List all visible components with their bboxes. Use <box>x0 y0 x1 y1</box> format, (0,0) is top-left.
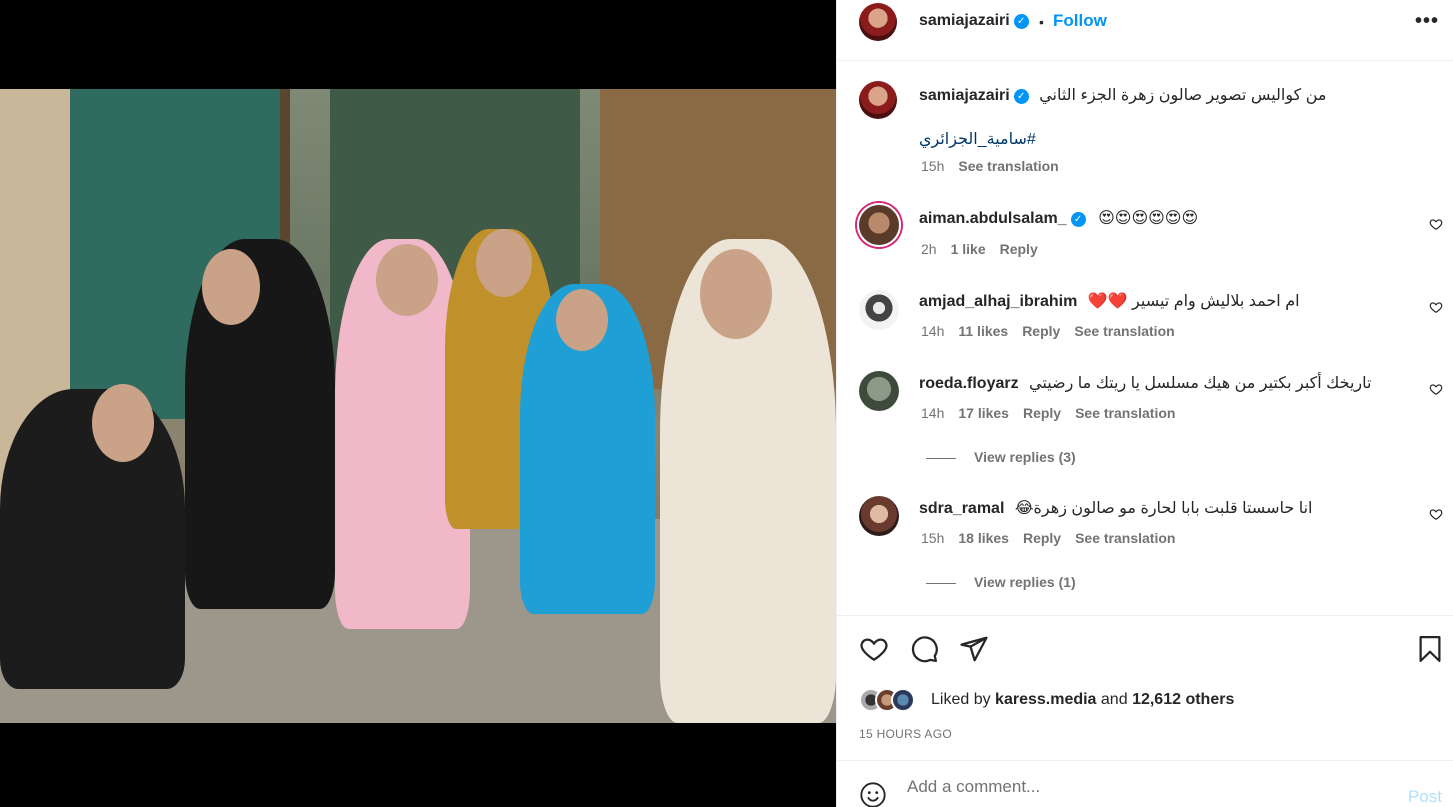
comments-section[interactable]: samiajazairi ✓ من كواليس تصوير صالون زهرة… <box>837 61 1453 615</box>
comment-likes[interactable]: 17 likes <box>958 405 1009 421</box>
caption-text: من كواليس تصوير صالون زهرة الجزء الثاني <box>1039 87 1327 104</box>
see-translation-link[interactable]: See translation <box>958 158 1058 174</box>
post-photo[interactable] <box>0 89 836 723</box>
comment-username[interactable]: aiman.abdulsalam_ <box>919 210 1067 227</box>
photo-head-1 <box>92 384 154 462</box>
caption-line: samiajazairi ✓ من كواليس تصوير صالون زهرة… <box>919 85 1326 105</box>
caption-username[interactable]: samiajazairi <box>919 87 1010 104</box>
emoji-smiley-icon[interactable] <box>859 781 887 807</box>
replies-line <box>926 582 956 584</box>
comment-avatar[interactable] <box>859 290 899 330</box>
comment-avatar[interactable] <box>859 371 899 411</box>
see-translation-link[interactable]: See translation <box>1075 530 1175 546</box>
comment-text: 😍😍😍😍😍😍 <box>1098 210 1199 227</box>
caption-avatar[interactable] <box>859 81 897 119</box>
verified-icon: ✓ <box>1070 212 1086 227</box>
see-translation-link[interactable]: See translation <box>1074 323 1174 339</box>
like-comment-heart-icon[interactable] <box>1429 300 1443 314</box>
comment-line: roeda.floyarz تاريخك أكبر بكتير من هيك م… <box>919 373 1371 393</box>
first-liker-link[interactable]: karess.media <box>995 691 1096 708</box>
caption-meta: 15h See translation <box>921 158 1059 174</box>
comment-line: sdra_ramal انا حاسستا قلبت بابا لحارة مو… <box>919 498 1312 518</box>
others-likes-link[interactable]: 12,612 others <box>1132 691 1234 708</box>
comment-bubble-icon[interactable] <box>909 634 939 664</box>
comment-text: ام احمد بلاليش وام تيسير ❤️❤️ <box>1087 293 1300 310</box>
post-header: samiajazairi ✓ • Follow ••• <box>837 0 1453 61</box>
photo-head-2 <box>202 249 260 325</box>
comment-input[interactable] <box>907 775 1357 799</box>
caption-hashtag[interactable]: #سامية_الجزائري <box>919 129 1036 149</box>
post-side-panel: samiajazairi ✓ • Follow ••• samiajazairi ✓… <box>836 0 1453 807</box>
more-options-icon[interactable]: ••• <box>1415 10 1439 33</box>
comment-meta: 15h 18 likes Reply See translation <box>921 530 1175 546</box>
view-replies-button[interactable]: View replies (1) <box>926 574 1076 590</box>
post-media[interactable] <box>0 0 836 807</box>
comment-meta: 14h 11 likes Reply See translation <box>921 323 1175 339</box>
comment-meta: 14h 17 likes Reply See translation <box>921 405 1175 421</box>
add-comment-bar: Post <box>837 760 1453 807</box>
liked-by-label: Liked by <box>931 691 991 708</box>
comment-username[interactable]: sdra_ramal <box>919 500 1004 517</box>
comment-line: amjad_alhaj_ibrahim ام احمد بلاليش وام ت… <box>919 291 1300 311</box>
author-username[interactable]: samiajazairi ✓ <box>919 12 1029 30</box>
comment-time[interactable]: 2h <box>921 241 937 257</box>
and-label: and <box>1100 691 1128 708</box>
comment-avatar[interactable] <box>857 203 901 247</box>
verified-icon: ✓ <box>1013 89 1029 104</box>
see-translation-link[interactable]: See translation <box>1075 405 1175 421</box>
replies-line <box>926 457 956 459</box>
comment-avatar[interactable] <box>859 496 899 536</box>
reply-button[interactable]: Reply <box>1022 323 1060 339</box>
comment-meta: 2h 1 like Reply <box>921 241 1038 257</box>
author-avatar[interactable] <box>859 3 897 41</box>
comment-text: تاريخك أكبر بكتير من هيك مسلسل يا ريتك م… <box>1029 375 1372 392</box>
photo-head-4 <box>476 229 532 297</box>
view-replies-label[interactable]: View replies (1) <box>974 574 1076 590</box>
photo-head-5 <box>556 289 608 351</box>
comment-time[interactable]: 14h <box>921 323 944 339</box>
post-actions: Liked by karess.media and 12,612 others … <box>837 615 1453 760</box>
caption-time[interactable]: 15h <box>921 158 944 174</box>
reply-button[interactable]: Reply <box>1000 241 1038 257</box>
verified-icon: ✓ <box>1013 14 1029 29</box>
like-comment-heart-icon[interactable] <box>1429 382 1443 396</box>
comment-username[interactable]: amjad_alhaj_ibrahim <box>919 293 1077 310</box>
view-replies-button[interactable]: View replies (3) <box>926 449 1076 465</box>
photo-head-3 <box>376 244 438 316</box>
share-paper-plane-icon[interactable] <box>959 634 989 664</box>
comment-line: aiman.abdulsalam_ ✓ 😍😍😍😍😍😍 <box>919 208 1198 228</box>
like-comment-heart-icon[interactable] <box>1429 217 1443 231</box>
comment-likes[interactable]: 18 likes <box>958 530 1009 546</box>
like-heart-icon[interactable] <box>859 634 889 664</box>
photo-head-6 <box>700 249 772 339</box>
like-comment-heart-icon[interactable] <box>1429 507 1443 521</box>
author-username-text[interactable]: samiajazairi <box>919 12 1010 29</box>
post-timestamp[interactable]: 15 HOURS AGO <box>859 727 952 741</box>
comment-text: انا حاسستا قلبت بابا لحارة مو صالون زهرة… <box>1014 500 1313 517</box>
reply-button[interactable]: Reply <box>1023 405 1061 421</box>
comment-username[interactable]: roeda.floyarz <box>919 375 1019 392</box>
reply-button[interactable]: Reply <box>1023 530 1061 546</box>
comment-likes[interactable]: 1 like <box>951 241 986 257</box>
follow-button[interactable]: Follow <box>1053 11 1107 31</box>
separator-dot: • <box>1039 14 1044 30</box>
comment-likes[interactable]: 11 likes <box>958 323 1008 339</box>
view-replies-label[interactable]: View replies (3) <box>974 449 1076 465</box>
liker-avatar[interactable] <box>891 688 915 712</box>
comment-time[interactable]: 14h <box>921 405 944 421</box>
post-comment-button[interactable]: Post <box>1408 787 1442 807</box>
comment-time[interactable]: 15h <box>921 530 944 546</box>
save-bookmark-icon[interactable] <box>1415 634 1445 664</box>
liked-by-text: Liked by karess.media and 12,612 others <box>931 691 1234 709</box>
